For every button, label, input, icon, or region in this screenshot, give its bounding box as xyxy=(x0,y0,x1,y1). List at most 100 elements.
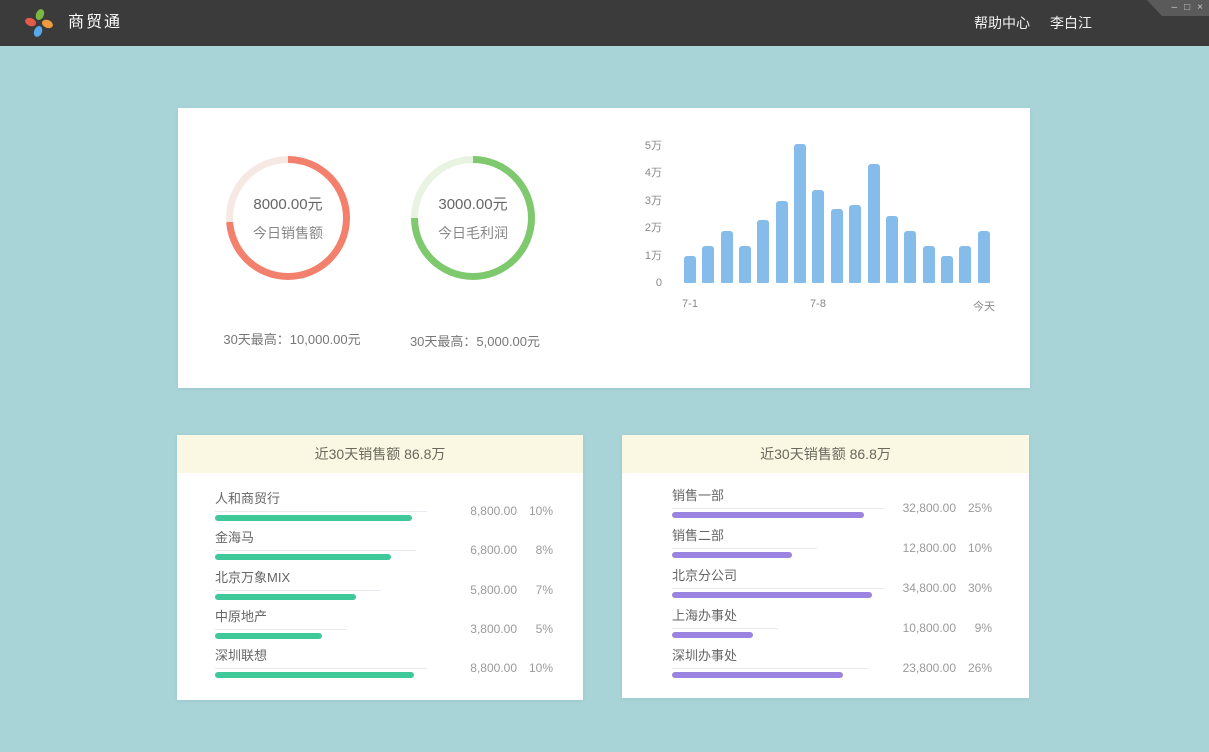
rank-row-name: 北京万象MIX xyxy=(215,570,290,586)
topbar-menu: 帮助中心 李白江 xyxy=(974,0,1092,46)
customer-rank-list: 人和商贸行8,800.0010%金海马 6,800.008% 北京万象MIX 5,80… xyxy=(177,473,583,700)
y-axis-tick-label: 3万 xyxy=(612,194,662,208)
rank-row-bar xyxy=(672,672,843,678)
help-center-link[interactable]: 帮助中心 xyxy=(974,13,1030,33)
rank-row-bar xyxy=(672,592,872,598)
rank-row-percent: 9% xyxy=(956,620,992,636)
rank-row-value: 12,800.0010% xyxy=(874,540,992,556)
rank-row-value: 8,800.0010% xyxy=(435,660,553,676)
trend-bar xyxy=(959,246,971,283)
maximize-button[interactable]: □ xyxy=(1184,0,1190,16)
username-link[interactable]: 李白江 xyxy=(1050,13,1092,33)
rank-row: 销售一部 32,800.0025% xyxy=(672,488,1029,526)
rank-row-name: 中原地产 xyxy=(215,609,267,625)
rank-row-bar xyxy=(215,515,412,521)
rank-row-value: 34,800.0030% xyxy=(874,580,992,596)
rank-row-bar xyxy=(215,554,391,560)
trend-bar xyxy=(776,201,788,283)
rank-row-amount: 10,800.00 xyxy=(874,620,956,636)
rank-row-value: 5,800.007% xyxy=(435,582,553,598)
trend-bar xyxy=(812,190,824,283)
y-axis-tick-label: 2万 xyxy=(612,221,662,235)
rank-row-name: 北京分公司 xyxy=(672,568,737,584)
rank-row: 深圳办事处 23,800.0026% xyxy=(672,648,1029,686)
rank-row-percent: 8% xyxy=(517,542,553,558)
rank-row-bar xyxy=(672,632,753,638)
rank-row: 金海马 6,800.008% xyxy=(215,530,583,568)
rank-row-amount: 34,800.00 xyxy=(874,580,956,596)
rank-row-divider xyxy=(672,508,884,509)
rank-row-divider xyxy=(215,629,347,630)
y-axis-tick-label: 5万 xyxy=(612,139,662,153)
rank-row-name: 金海马 xyxy=(215,530,254,546)
rank-row-name: 上海办事处 xyxy=(672,608,737,624)
rank-row-amount: 5,800.00 xyxy=(435,582,517,598)
rank-row-value: 6,800.008% xyxy=(435,542,553,558)
department-rank-list: 销售一部 32,800.0025% 销售二部12,800.0010% 北京分公司 34,… xyxy=(622,473,1029,698)
rank-row-value: 8,800.0010% xyxy=(435,503,553,519)
rank-row-amount: 6,800.00 xyxy=(435,542,517,558)
rank-row-percent: 10% xyxy=(956,540,992,556)
rank-row-value: 10,800.009% xyxy=(874,620,992,636)
rank-row-percent: 26% xyxy=(956,660,992,676)
app-title: 商贸通 xyxy=(68,0,122,46)
overview-card: 8000.00元 今日销售额 30天最高：10,000.00元 3000.00元… xyxy=(178,108,1030,388)
trend-bar xyxy=(794,144,806,283)
y-axis-tick-label: 1万 xyxy=(612,249,662,263)
rank-row-divider xyxy=(215,550,416,551)
rank-row-value: 32,800.0025% xyxy=(874,500,992,516)
rank-row-percent: 10% xyxy=(517,660,553,676)
rank-row-divider xyxy=(215,511,427,512)
rank-row-amount: 12,800.00 xyxy=(874,540,956,556)
close-button[interactable]: × xyxy=(1197,0,1203,16)
rank-row-value: 3,800.005% xyxy=(435,621,553,637)
rank-row: 人和商贸行8,800.0010% xyxy=(215,491,583,529)
rank-row-divider xyxy=(215,590,381,591)
trend-bar xyxy=(684,256,696,283)
rank-row: 上海办事处 10,800.009% xyxy=(672,608,1029,646)
rank-row-name: 销售一部 xyxy=(672,488,724,504)
rank-row-amount: 3,800.00 xyxy=(435,621,517,637)
trend-bar xyxy=(831,209,843,283)
rank-row-bar xyxy=(215,633,322,639)
rank-row-divider xyxy=(672,548,817,549)
department-rank-title: 近30天销售额 86.8万 xyxy=(622,435,1029,473)
rank-row-percent: 7% xyxy=(517,582,553,598)
x-axis-tick-label: 7-1 xyxy=(660,298,720,310)
rank-row-amount: 8,800.00 xyxy=(435,660,517,676)
trend-bar xyxy=(849,205,861,283)
trend-bar xyxy=(904,231,916,283)
x-axis-tick-label: 今天 xyxy=(954,298,1014,314)
rank-row-percent: 5% xyxy=(517,621,553,637)
app-window: 商贸通 帮助中心 李白江 – □ × 8000.00元 今日销售额 30天最高：… xyxy=(0,0,1209,752)
rank-row: 北京万象MIX 5,800.007% xyxy=(215,570,583,608)
minimize-button[interactable]: – xyxy=(1172,0,1178,16)
rank-row-name: 深圳联想 xyxy=(215,648,267,664)
trend-bar xyxy=(923,246,935,283)
trend-bar xyxy=(886,216,898,283)
rank-row-amount: 23,800.00 xyxy=(874,660,956,676)
rank-row-divider xyxy=(215,668,427,669)
customer-sales-rank-card: 近30天销售额 86.8万 人和商贸行8,800.0010%金海马6,800.0… xyxy=(177,435,583,700)
rank-row-percent: 30% xyxy=(956,580,992,596)
trend-bar xyxy=(757,220,769,283)
window-controls: – □ × xyxy=(1147,0,1209,16)
sales-trend-chart: 01万2万3万4万5万7-17-8今天 xyxy=(178,108,1030,388)
trend-bar xyxy=(721,231,733,283)
rank-row-bar xyxy=(672,512,864,518)
trend-bar xyxy=(868,164,880,283)
rank-row: 销售二部12,800.0010% xyxy=(672,528,1029,566)
trend-bar xyxy=(702,246,714,283)
app-logo-icon xyxy=(24,8,54,38)
rank-row-bar xyxy=(672,552,792,558)
rank-row-divider xyxy=(672,668,868,669)
rank-row: 深圳联想 8,800.0010% xyxy=(215,648,583,686)
rank-row-name: 深圳办事处 xyxy=(672,648,737,664)
rank-row-bar xyxy=(215,594,356,600)
trend-bar xyxy=(941,256,953,283)
rank-row-value: 23,800.0026% xyxy=(874,660,992,676)
y-axis-tick-label: 4万 xyxy=(612,166,662,180)
y-axis-tick-label: 0 xyxy=(612,276,662,290)
rank-row-percent: 25% xyxy=(956,500,992,516)
rank-row-divider xyxy=(672,588,884,589)
